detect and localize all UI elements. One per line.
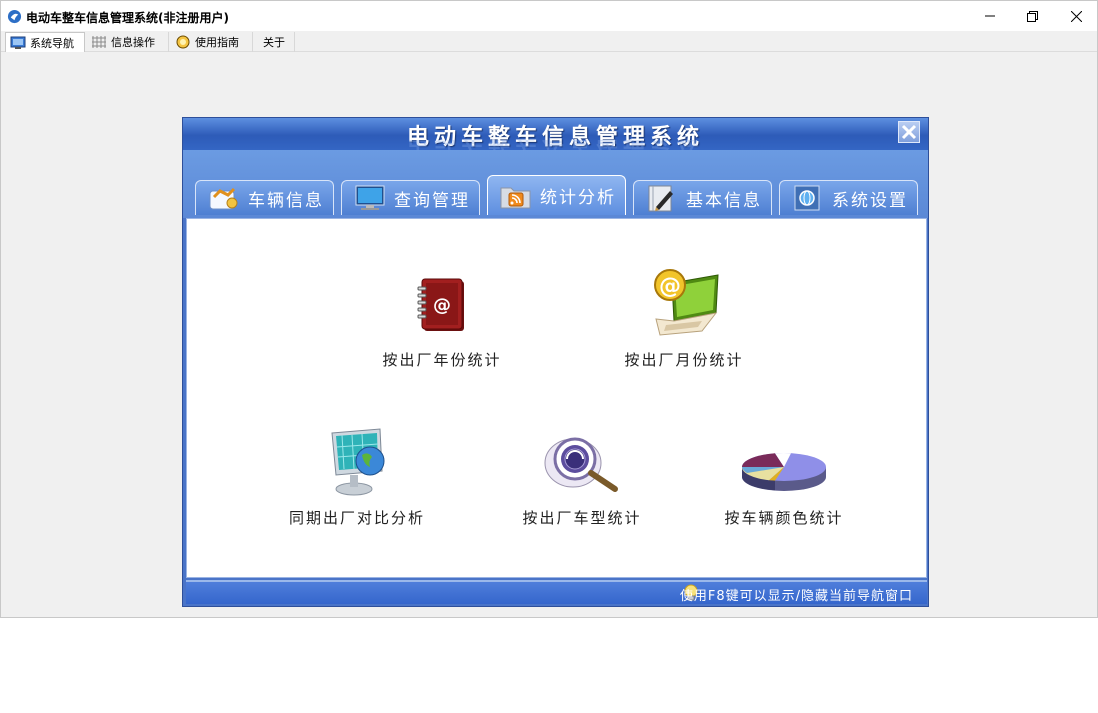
close-icon [901, 124, 917, 140]
feature-month-stats[interactable]: @ 按出厂月份统计 [609, 259, 759, 370]
navigation-panel: 电动车整车信息管理系统 电动车整车信息管理系统 车辆信息 查询管理 [182, 117, 929, 607]
tab-statistics[interactable]: 统计分析 [487, 175, 626, 215]
tab-label: 查询管理 [394, 190, 470, 211]
panel-status-bar: 使用F8键可以显示/隐藏当前导航窗口 [186, 580, 927, 604]
tab-label: 基本信息 [686, 190, 762, 211]
feature-label: 按车辆颜色统计 [724, 509, 844, 527]
close-window-button[interactable] [1053, 1, 1098, 31]
menu-tab-system-nav[interactable]: 系统导航 [5, 32, 85, 52]
address-book-icon: @ [417, 278, 464, 331]
rss-folder-icon [500, 187, 531, 208]
feature-color-stats[interactable]: 按车辆颜色统计 [709, 417, 859, 528]
minimize-icon [985, 15, 995, 17]
tab-basic-info[interactable]: 基本信息 [633, 180, 772, 215]
menu-tab-info-ops[interactable]: 信息操作 [87, 32, 169, 52]
feature-year-stats[interactable]: @ 按出厂年份统计 [367, 259, 517, 370]
feature-label: 按出厂车型统计 [522, 509, 642, 527]
tab-system-settings[interactable]: 系统设置 [779, 180, 918, 215]
settings-globe-icon [794, 185, 820, 211]
tab-vehicle-info[interactable]: 车辆信息 [195, 180, 334, 215]
restore-button[interactable] [1009, 1, 1055, 31]
close-icon [1070, 10, 1082, 22]
monitor-icon [10, 36, 26, 49]
feature-label: 按出厂月份统计 [624, 351, 744, 369]
panel-content: @ 按出厂年份统计 @ 按出厂月份统计 同期出厂对比分析 按出厂车型统计 按车辆… [186, 218, 927, 578]
feature-model-stats[interactable]: 按出厂车型统计 [497, 417, 667, 528]
panel-title-reflection: 电动车整车信息管理系统 [183, 140, 928, 156]
tab-label: 系统设置 [832, 190, 908, 211]
query-monitor-icon [355, 185, 385, 210]
menu-tab-guide[interactable]: 使用指南 [171, 32, 253, 52]
menu-tab-about[interactable]: 关于 [255, 32, 295, 52]
vehicle-info-icon [209, 187, 238, 210]
globe-monitor-icon [331, 428, 385, 496]
app-window: 电动车整车信息管理系统(非注册用户) 系统导航 信息操作 使用指南 关于 电动车… [0, 0, 1098, 618]
title-bar: 电动车整车信息管理系统(非注册用户) [1, 1, 1097, 31]
status-text: 使用F8键可以显示/隐藏当前导航窗口 [679, 589, 913, 604]
feature-period-compare[interactable]: 同期出厂对比分析 [267, 417, 447, 528]
notebook-pen-icon [648, 185, 673, 212]
menu-tab-label: 使用指南 [195, 36, 239, 49]
menu-bar: 系统导航 信息操作 使用指南 关于 [1, 31, 1097, 52]
feature-label: 同期出厂对比分析 [288, 509, 425, 527]
tab-label: 统计分析 [540, 188, 616, 208]
menu-tab-label: 关于 [263, 36, 285, 49]
app-logo-icon [7, 9, 22, 24]
menu-tab-label: 信息操作 [111, 36, 155, 49]
guide-icon [176, 35, 190, 49]
pie-chart-icon [741, 452, 826, 491]
svg-text:@: @ [659, 274, 681, 299]
email-laptop-icon: @ [654, 269, 719, 336]
menu-tab-label: 系统导航 [30, 36, 74, 50]
magnifier-disc-icon [544, 437, 618, 492]
svg-text:@: @ [433, 295, 451, 316]
feature-label: 按出厂年份统计 [382, 351, 502, 369]
tab-label: 车辆信息 [248, 190, 324, 211]
minimize-button[interactable] [967, 1, 1013, 31]
grid-icon [92, 36, 106, 48]
window-title: 电动车整车信息管理系统(非注册用户) [26, 11, 229, 25]
restore-icon [1026, 10, 1038, 22]
tab-query-management[interactable]: 查询管理 [341, 180, 480, 215]
